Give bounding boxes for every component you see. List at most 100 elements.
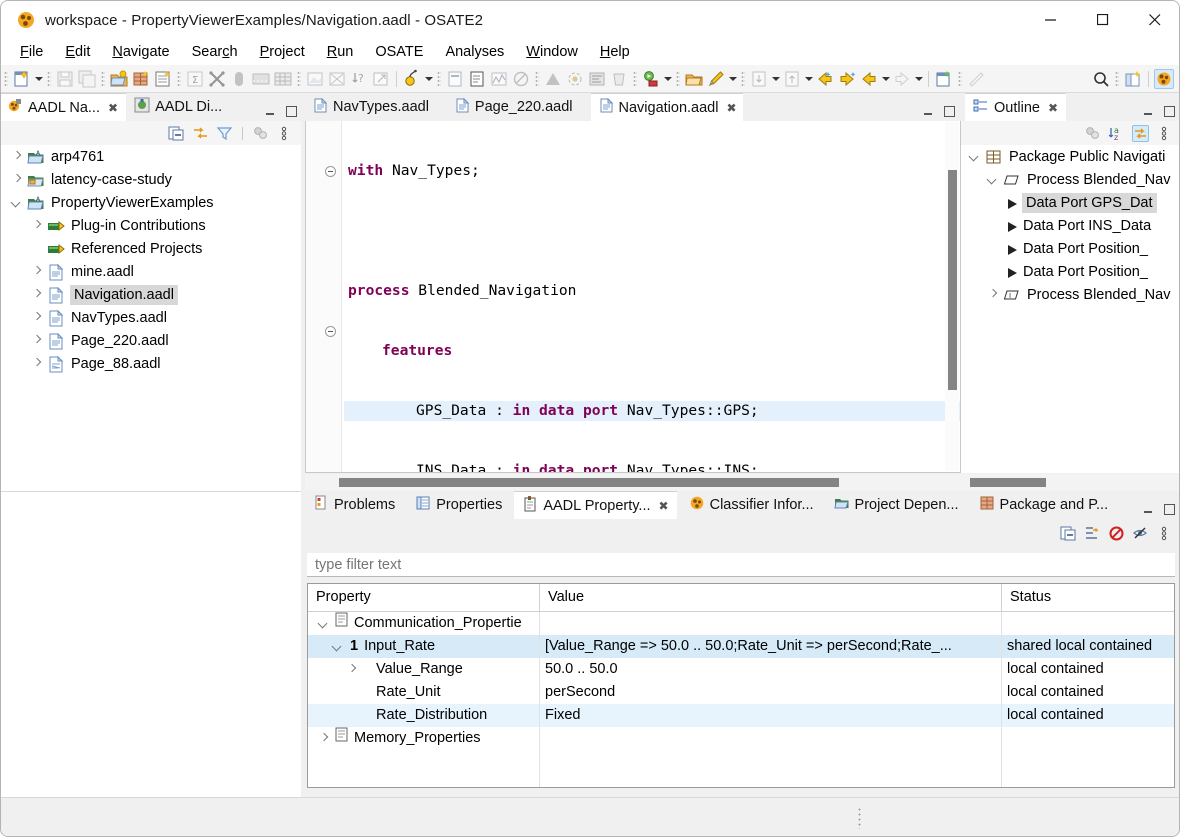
menu-analyses[interactable]: Analyses [434,42,515,62]
chevron-down-icon[interactable] [330,639,346,655]
editor-tab-navigation[interactable]: Navigation.aadl ✖ [590,93,743,121]
new-document-icon[interactable] [467,69,487,89]
hide-undefined-icon[interactable] [1108,525,1125,542]
close-button[interactable] [1129,1,1179,39]
maximize-button[interactable] [1077,1,1129,39]
close-icon[interactable]: ✖ [108,102,118,114]
previous-annotation-dropdown-icon[interactable] [803,69,814,89]
new-aadl-project-icon[interactable] [109,69,129,89]
tab-package-and-property[interactable]: Package and P... [970,491,1117,519]
hide-inherited-icon[interactable] [1132,525,1149,542]
link-with-editor-icon[interactable] [192,125,209,142]
maximize-view-icon[interactable] [1164,504,1175,515]
expand-step-icon[interactable] [1084,525,1101,542]
scrollbar-thumb[interactable] [948,170,957,390]
tree-item-latency-case-study[interactable]: latency-case-study [1,168,301,191]
outline-item-ins-data[interactable]: Data Port INS_Data [961,214,1179,237]
chevron-right-icon[interactable] [29,287,45,303]
minimize-view-icon[interactable] [923,107,934,116]
scrollbar-thumb[interactable] [339,478,839,487]
view-menu-icon[interactable] [1156,525,1173,542]
chevron-right-icon[interactable] [29,333,45,349]
menu-file[interactable]: File [9,42,54,62]
back-dropdown-icon[interactable] [880,69,891,89]
menu-window[interactable]: Window [515,42,589,62]
menu-run[interactable]: Run [316,42,365,62]
outline-item-process-impl[interactable]: I Process Blended_Nav [961,283,1179,306]
maximize-view-icon[interactable] [1164,106,1175,117]
tab-aadl-property-values[interactable]: AADL Property... ✖ [514,491,677,519]
editor-horizontal-scrollbar[interactable] [305,474,961,491]
fold-marker-icon[interactable] [325,326,336,337]
minimize-button[interactable] [1025,1,1077,39]
new-untitled-text-file-icon[interactable] [934,69,954,89]
tree-item-arp4761[interactable]: A arp4761 [1,145,301,168]
minimize-view-icon[interactable] [1143,505,1154,514]
chevron-right-icon[interactable] [29,264,45,280]
chevron-right-icon[interactable] [9,172,25,188]
customize-icon[interactable] [1084,125,1101,142]
tree-item-page-220-aadl[interactable]: Page_220.aadl [1,329,301,352]
resize-grip[interactable] [858,807,861,829]
tab-aadl-diagram[interactable]: AADL Di... [126,93,231,121]
column-header-property[interactable]: Property [308,584,540,611]
search-icon[interactable] [1091,69,1111,89]
debug-icon[interactable] [402,69,422,89]
tree-item-plugin-contributions[interactable]: Plug-in Contributions [1,214,301,237]
close-icon[interactable]: ✖ [659,500,669,512]
forward-to-icon[interactable] [837,69,857,89]
collapse-all-icon[interactable] [1060,525,1077,542]
table-row[interactable]: Memory_Properties [308,727,1174,750]
minimize-view-icon[interactable] [1143,107,1154,116]
table-row[interactable]: Rate_Distribution Fixed local contained [308,704,1174,727]
tree-item-mine-aadl[interactable]: mine.aadl [1,260,301,283]
menu-project[interactable]: Project [249,42,316,62]
editor-tab-navtypes[interactable]: NavTypes.aadl [305,93,437,121]
tree-item-navigation-aadl[interactable]: Navigation.aadl [1,283,301,306]
menu-edit[interactable]: Edit [54,42,101,62]
chevron-down-icon[interactable] [9,195,25,211]
table-row[interactable]: Communication_Propertie [308,612,1174,635]
view-menu-icon[interactable] [1156,125,1173,142]
outline-item-process-type[interactable]: Process Blended_Nav [961,168,1179,191]
chevron-down-icon[interactable] [316,616,332,632]
menu-search[interactable]: Search [181,42,249,62]
back-navigation-icon[interactable] [859,69,879,89]
column-header-value[interactable]: Value [540,584,1002,611]
fold-marker-icon[interactable] [325,166,336,177]
chevron-right-icon[interactable] [344,662,360,678]
tree-item-propertyviewerexamples[interactable]: A PropertyViewerExamples [1,191,301,214]
maximize-view-icon[interactable] [286,106,297,117]
outline-item-gps-data[interactable]: Data Port GPS_Dat [961,191,1179,214]
filter-icon[interactable] [216,125,233,142]
new-aadl-package-icon[interactable] [131,69,151,89]
chevron-right-icon[interactable] [29,356,45,372]
run-dropdown-icon[interactable] [662,69,673,89]
new-wizard-dropdown-icon[interactable] [33,69,44,89]
open-folder-icon[interactable] [684,69,704,89]
menu-navigate[interactable]: Navigate [101,42,180,62]
close-icon[interactable]: ✖ [726,102,736,114]
table-row[interactable]: Rate_Unit perSecond local contained [308,681,1174,704]
maximize-view-icon[interactable] [944,106,955,117]
chevron-right-icon[interactable] [29,310,45,326]
outline-item-package[interactable]: Package Public Navigati [961,145,1179,168]
new-aadl-property-set-icon[interactable] [153,69,173,89]
collapse-all-icon[interactable] [168,125,185,142]
outline-item-position-ned[interactable]: Data Port Position_ [961,260,1179,283]
editor-gutter[interactable] [306,121,342,472]
sort-icon[interactable]: az [1108,125,1125,142]
open-perspective-icon[interactable] [1123,69,1143,89]
tab-project-dependencies[interactable]: Project Depen... [825,491,967,519]
osate-perspective-icon[interactable] [1154,68,1174,89]
forward-dropdown-icon[interactable] [913,69,924,89]
minimize-view-icon[interactable] [265,107,276,116]
chevron-down-icon[interactable] [985,172,1001,188]
debug-dropdown-icon[interactable] [423,69,434,89]
chevron-right-icon[interactable] [29,218,45,234]
close-icon[interactable]: ✖ [1048,102,1058,114]
new-wizard-icon[interactable] [12,69,32,89]
tab-outline[interactable]: Outline ✖ [965,93,1067,121]
tree-item-navtypes-aadl[interactable]: NavTypes.aadl [1,306,301,329]
chevron-right-icon[interactable] [316,731,332,747]
